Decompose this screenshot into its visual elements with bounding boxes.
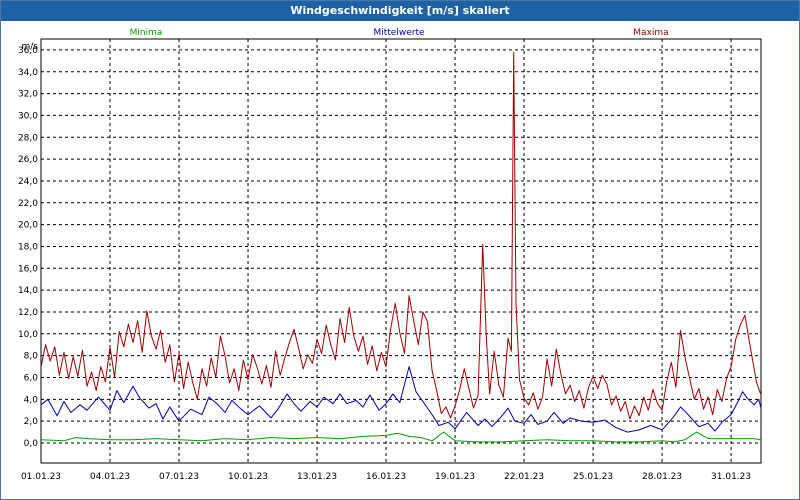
y-tick-label: 14,0	[18, 286, 38, 296]
wind-speed-chart: 0,0 2,0 4,0 6,0 8,0 10,0 12,0 14,0 16,0 18,0 20,0 2…	[18, 28, 762, 482]
x-tick-label: 19.01.23	[435, 472, 475, 482]
x-tick-label: 07.01.23	[159, 472, 199, 482]
x-tick-label: 13.01.23	[297, 472, 337, 482]
y-axis-label: m/s	[22, 42, 39, 52]
x-tick-label: 25.01.23	[573, 472, 613, 482]
y-tick-label: 0,0	[24, 439, 39, 449]
x-tick-label: 16.01.23	[366, 472, 406, 482]
x-tick-label: 22.01.23	[504, 472, 544, 482]
legend-mittelwerte: Mittelwerte	[373, 28, 424, 38]
y-tick-label: 20,0	[18, 221, 38, 231]
y-tick-label: 18,0	[18, 242, 38, 252]
series-line-minima	[40, 431, 762, 443]
y-tick-label: 26,0	[18, 155, 38, 165]
y-tick-label: 4,0	[24, 395, 39, 405]
legend-maxima: Maxima	[633, 28, 668, 38]
x-tick-label: 01.01.23	[21, 472, 61, 482]
x-tick-label: 28.01.23	[642, 472, 682, 482]
y-tick-label: 30,0	[18, 111, 38, 121]
legend-minima: Minima	[130, 28, 163, 38]
y-tick-label: 10,0	[18, 330, 38, 340]
y-tick-label: 2,0	[24, 417, 39, 427]
y-tick-label: 8,0	[24, 352, 39, 362]
y-tick-label: 6,0	[24, 373, 39, 383]
x-tick-label: 04.01.23	[90, 472, 130, 482]
series-line-maxima	[40, 51, 762, 420]
y-tick-label: 22,0	[18, 199, 38, 209]
y-tick-label: 28,0	[18, 133, 38, 143]
x-tick-label: 10.01.23	[228, 472, 268, 482]
y-tick-label: 16,0	[18, 264, 38, 274]
y-tick-label: 34,0	[18, 68, 38, 78]
y-tick-label: 12,0	[18, 308, 38, 318]
chart-window: Windgeschwindigkeit [m/s] skaliert 0,0 2,…	[0, 0, 800, 500]
y-tick-label: 24,0	[18, 177, 38, 187]
y-tick-label: 32,0	[18, 90, 38, 100]
x-tick-label: 31.01.23	[711, 472, 751, 482]
